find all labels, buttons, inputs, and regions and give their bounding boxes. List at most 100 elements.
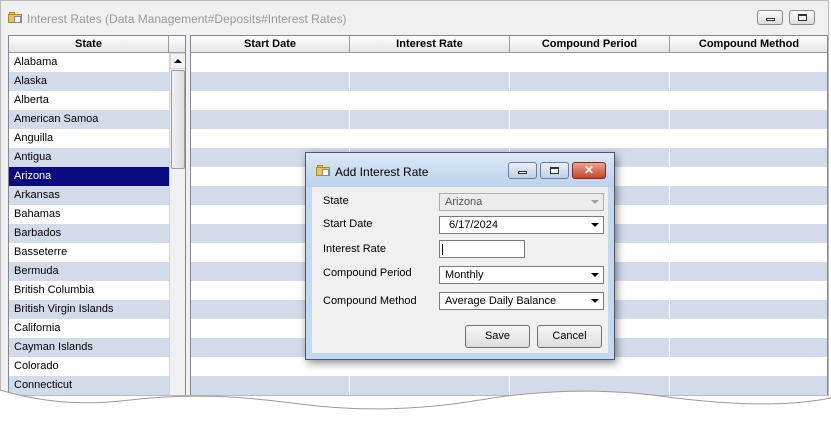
compound-period-label: Compound Period: [323, 267, 412, 279]
grid-cell: [510, 72, 670, 91]
interest-rate-label: Interest Rate: [323, 243, 386, 255]
state-list-item[interactable]: Alabama: [9, 53, 169, 72]
compound-method-label: Compound Method: [323, 295, 417, 307]
scrollbar-header-corner: [169, 36, 185, 53]
text-caret: [442, 244, 443, 255]
grid-cell: [191, 72, 350, 91]
state-list-item[interactable]: Alaska: [9, 72, 169, 91]
grid-cell: [670, 110, 827, 129]
restore-button[interactable]: [789, 10, 815, 25]
chevron-down-icon: [588, 195, 602, 209]
torn-edge: [0, 389, 831, 426]
minimize-icon: [766, 18, 775, 21]
dialog-title: Add Interest Rate: [335, 165, 429, 179]
grid-cell: [670, 148, 827, 167]
window-title: Interest Rates (Data Management#Deposits…: [27, 12, 347, 26]
dialog-body: State Arizona Start Date 6/17/2024 Inter…: [312, 187, 608, 353]
grid-cell: [670, 262, 827, 281]
close-icon: ✕: [583, 163, 595, 177]
state-list-item[interactable]: Arkansas: [9, 186, 169, 205]
state-list: Alabama Alaska Alberta American Samoa Anguil…: [9, 53, 169, 395]
window-titlebar: Interest Rates (Data Management#Deposits…: [1, 1, 828, 33]
grid-cell: [350, 53, 510, 72]
grid-cell: [670, 319, 827, 338]
grid-cell: [670, 281, 827, 300]
grid-cell: [510, 129, 670, 148]
dialog-maximize-button[interactable]: [540, 162, 569, 179]
state-list-item[interactable]: Cayman Islands: [9, 338, 169, 357]
column-header-start-date[interactable]: Start Date: [191, 36, 350, 53]
grid-cell: [670, 338, 827, 357]
grid-cell: [670, 205, 827, 224]
dialog-close-button[interactable]: ✕: [572, 162, 606, 179]
compound-method-value: Average Daily Balance: [445, 295, 557, 307]
state-list-item[interactable]: British Columbia: [9, 281, 169, 300]
state-list-item[interactable]: Barbados: [9, 224, 169, 243]
grid-cell: [670, 72, 827, 91]
start-date-picker[interactable]: 6/17/2024: [439, 216, 604, 234]
grid-cell: [670, 186, 827, 205]
start-date-label: Start Date: [323, 218, 373, 230]
chevron-down-icon[interactable]: [588, 294, 602, 308]
grid-cell: [350, 72, 510, 91]
state-list-item[interactable]: California: [9, 319, 169, 338]
restore-icon: [798, 14, 807, 21]
grid-cell: [670, 53, 827, 72]
state-list-item[interactable]: Arizona: [9, 167, 169, 186]
grid-empty-row: [191, 72, 827, 91]
state-list-item[interactable]: British Virgin Islands: [9, 300, 169, 319]
compound-period-value: Monthly: [445, 269, 484, 281]
grid-cell: [670, 300, 827, 319]
scrollbar-thumb[interactable]: [171, 70, 185, 169]
minimize-icon: [518, 171, 527, 174]
state-list-scrollbar[interactable]: [169, 53, 185, 395]
compound-method-select[interactable]: Average Daily Balance: [439, 292, 604, 310]
state-column-header[interactable]: State: [9, 36, 169, 53]
grid-cell: [670, 243, 827, 262]
column-header-compound-method[interactable]: Compound Method: [670, 36, 827, 53]
grid-cell: [510, 91, 670, 110]
state-list-item[interactable]: Bahamas: [9, 205, 169, 224]
maximize-icon: [550, 167, 559, 174]
minimize-button[interactable]: [757, 10, 783, 25]
chevron-down-icon[interactable]: [588, 218, 602, 232]
column-header-compound-period[interactable]: Compound Period: [510, 36, 670, 53]
scroll-up-icon[interactable]: [170, 53, 185, 69]
grid-empty-row: [191, 110, 827, 129]
chevron-down-icon[interactable]: [588, 268, 602, 282]
add-interest-rate-dialog: Add Interest Rate ✕ State Arizona Start …: [305, 152, 615, 360]
state-list-item[interactable]: Anguilla: [9, 129, 169, 148]
state-list-item[interactable]: Bermuda: [9, 262, 169, 281]
grid-empty-row: [191, 91, 827, 110]
state-list-item[interactable]: Basseterre: [9, 243, 169, 262]
grid-cell: [191, 91, 350, 110]
interest-rate-input[interactable]: [439, 240, 525, 258]
grid-cell: [191, 110, 350, 129]
state-list-item[interactable]: American Samoa: [9, 110, 169, 129]
dialog-minimize-button[interactable]: [508, 162, 537, 179]
grid-cell: [191, 53, 350, 72]
column-header-interest-rate[interactable]: Interest Rate: [350, 36, 510, 53]
state-list-panel: State Alabama Alaska Alberta American Samoa…: [8, 35, 186, 395]
folder-icon: [8, 12, 22, 23]
state-label: State: [323, 195, 349, 207]
grid-empty-row: [191, 53, 827, 72]
state-list-item[interactable]: Antigua: [9, 148, 169, 167]
dialog-folder-icon: [316, 165, 330, 176]
compound-period-select[interactable]: Monthly: [439, 266, 604, 284]
state-list-item[interactable]: Alberta: [9, 91, 169, 110]
start-date-value: 6/17/2024: [449, 219, 498, 231]
grid-cell: [191, 129, 350, 148]
state-combo-value: Arizona: [445, 196, 483, 208]
grid-empty-row: [191, 129, 827, 148]
cancel-button[interactable]: Cancel: [537, 325, 602, 348]
grid-cell: [670, 224, 827, 243]
grid-cell: [670, 91, 827, 110]
grid-cell: [350, 91, 510, 110]
save-button[interactable]: Save: [465, 325, 530, 348]
grid-cell: [510, 110, 670, 129]
grid-cell: [510, 53, 670, 72]
grid-cell: [670, 167, 827, 186]
grid-cell: [350, 110, 510, 129]
grid-cell: [350, 129, 510, 148]
